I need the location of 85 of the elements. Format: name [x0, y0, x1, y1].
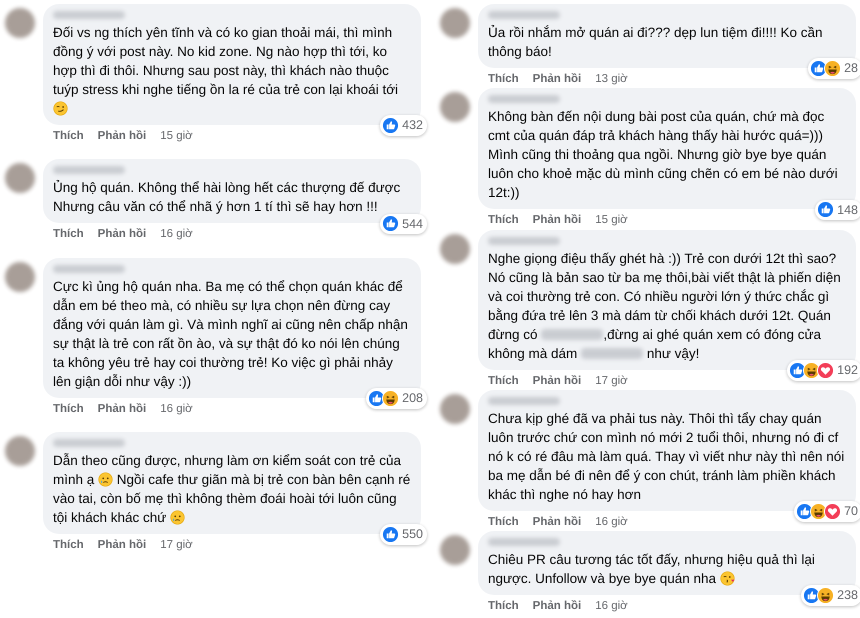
like-link[interactable]: Thích	[488, 372, 519, 390]
like-reaction-icon	[382, 117, 400, 134]
reaction-count: 148	[837, 202, 858, 218]
like-link[interactable]: Thích	[488, 71, 519, 88]
blurred-name	[53, 166, 125, 174]
comment-text: Nghe giọng điệu thấy ghét hà :)) Trẻ con dưới 12t thì sao? Nó cũng là bản sao từ ba mẹ thôi,bài viết thật là phiến diện và coi thường trẻ con. Có nhiều người lớn ý thức chắc gì bằng đứa trẻ lên 3 mà dám từ chối khách dưới 12t. Quán đừng có ,đừng ai ghé quán xem có đóng cửa không mà dám như vậy!	[488, 250, 842, 362]
haha-reaction-icon	[817, 587, 834, 604]
teary-smile-icon	[170, 510, 186, 525]
like-link[interactable]: Thích	[53, 400, 84, 418]
kissing-face-icon	[720, 571, 735, 586]
comment-text: Chưa kịp ghé đã va phải tus này. Thôi thì tẩy chay quán luôn trước chứ con mình nó mới 2 tuổi thôi, nhưng nó đi cf nó k có ré đâu mà làm quá. Thay vì viết như này thì nên nói ba mẹ dẫn bé đi nên để ý con chút, tránh làm phiền khách khác thì nghe nó hay hơn	[488, 410, 846, 504]
comment-time: 17 giờ	[595, 374, 628, 388]
reaction-count: 70	[844, 503, 858, 520]
blurred-name	[488, 236, 560, 244]
avatar-placeholder	[5, 8, 35, 38]
avatar-placeholder	[440, 234, 470, 264]
reply-link[interactable]: Phản hồi	[532, 212, 582, 230]
reply-link[interactable]: Phản hồi	[98, 536, 146, 554]
love-reaction-icon	[824, 502, 842, 520]
reply-link[interactable]: Phản hồi	[532, 372, 582, 390]
like-link[interactable]: Thích	[488, 598, 519, 616]
comment-text: Cực kì ủng hộ quán nha. Ba mẹ có thể chọn quán khác để dẫn em bé theo mà, có nhiều sự lựa chọn nên đừng cay đắng với quán làm gì. Và mình nghĩ ai cũng nên chấp nhận sự thật là trẻ con rất ồn ào, và sự thật đó ko nói lên chúng ta không yêu trẻ hay coi thường trẻ! Ko việc gì phải nhảy lên giận dỗi như vậy :))	[53, 278, 409, 390]
love-reaction-icon	[817, 362, 834, 379]
blurred-name	[488, 95, 560, 104]
reaction-summary[interactable]: 550	[380, 524, 427, 545]
reaction-summary[interactable]: 70	[794, 501, 860, 522]
like-reaction-icon	[382, 526, 400, 543]
comment-time: 15 giờ	[160, 129, 193, 144]
blurred-name	[488, 11, 560, 19]
reaction-count: 238	[837, 587, 858, 604]
comment-text: Không bàn đến nội dung bài post của quán, chứ mà đọc cmt của quán đáp trả khách hàng thấy hài hước quá=))) Mình cũng thi thoảng qua ngồi. Nhưng giờ bye bye quán luôn cho khoẻ mặc dù mình cũng chẽn có em bé nào dưới 12t:))	[488, 108, 839, 202]
reply-link[interactable]: Phản hồi	[98, 400, 146, 418]
reaction-summary[interactable]: 238	[801, 585, 860, 606]
reaction-summary[interactable]: 432	[380, 115, 427, 136]
comment-time: 17 giờ	[160, 538, 193, 553]
blurred-name	[53, 264, 125, 272]
comment-time: 15 giờ	[595, 213, 628, 228]
reaction-count: 28	[844, 60, 858, 78]
comment-time: 16 giờ	[160, 227, 193, 242]
reply-link[interactable]: Phản hồi	[532, 514, 582, 531]
like-reaction-icon	[817, 201, 834, 218]
comment-time: 16 giờ	[595, 599, 628, 614]
reply-link[interactable]: Phản hồi	[532, 598, 582, 616]
reaction-summary[interactable]: 28	[808, 58, 860, 79]
reaction-count: 192	[837, 362, 858, 379]
reply-link[interactable]: Phản hồi	[98, 128, 146, 146]
avatar-placeholder	[5, 262, 35, 292]
like-reaction-icon	[382, 215, 400, 232]
like-link[interactable]: Thích	[53, 128, 84, 146]
reaction-count: 550	[402, 526, 423, 543]
comment-text: Dẫn theo cũng được, nhưng làm ơn kiểm soát con trẻ của mình ạ Ngồi cafe thư giãn mà bị trẻ con bàn bên cạnh ré vào tai, còn bố mẹ thì không thèm đoái hoài tới luôn cũng tội khách khác chứ	[53, 452, 411, 527]
avatar-placeholder	[5, 163, 35, 194]
haha-reaction-icon	[824, 60, 842, 78]
blurred-name	[53, 11, 125, 19]
blurred-name	[488, 396, 560, 405]
comment-text: Đối vs ng thích yên tĩnh và có ko gian thoải mái, thì mình đồng ý với post này. No kid zone. Ng nào hợp thì tới, ko hợp thì đi thôi. Nhưng sau post này, thì khách nào thuộc tuýp stress khi nghe tiếng ồn la ré của trẻ con lại khoái tới	[53, 23, 411, 118]
reaction-summary[interactable]: 208	[366, 388, 427, 408]
smirking-face-icon	[53, 101, 68, 116]
avatar-placeholder	[5, 436, 35, 466]
avatar-placeholder	[440, 394, 470, 424]
teary-smile-icon	[98, 472, 114, 487]
reaction-count: 432	[402, 117, 423, 134]
avatar-placeholder	[440, 535, 470, 565]
comment-time: 16 giờ	[595, 514, 628, 530]
like-link[interactable]: Thích	[53, 226, 84, 244]
reaction-summary[interactable]: 544	[380, 214, 427, 234]
reaction-count: 208	[402, 390, 423, 407]
comment-text: Ủng hộ quán. Không thể hài lòng hết các thượng đế được Nhưng câu văn có thể nhã ý hơn 1 tí thì sẽ hay hơn !!!	[53, 178, 402, 216]
comment-text: Ủa rồi nhắm mở quán ai đi??? dẹp lun tiệm đi!!!! Ko cần thông báo!	[488, 24, 824, 61]
reaction-summary[interactable]: 192	[787, 360, 860, 380]
like-link[interactable]: Thích	[53, 536, 84, 554]
comment-text: Chiêu PR câu tương tác tốt đấy, nhưng hiệu quả thì lại ngược. Unfollow và bye bye quán nha	[488, 551, 816, 588]
avatar-placeholder	[440, 8, 470, 38]
blurred-name	[53, 438, 125, 447]
haha-reaction-icon	[382, 390, 400, 407]
like-link[interactable]: Thích	[488, 212, 519, 230]
reaction-count: 544	[402, 216, 423, 232]
reply-link[interactable]: Phản hồi	[98, 226, 146, 244]
like-link[interactable]: Thích	[488, 514, 519, 531]
reaction-summary[interactable]: 148	[815, 200, 860, 220]
avatar-placeholder	[440, 92, 470, 122]
blurred-name	[488, 538, 560, 546]
comment-time: 16 giờ	[160, 402, 193, 416]
reply-link[interactable]: Phản hồi	[532, 71, 582, 88]
comment-time: 13 giờ	[595, 72, 628, 87]
